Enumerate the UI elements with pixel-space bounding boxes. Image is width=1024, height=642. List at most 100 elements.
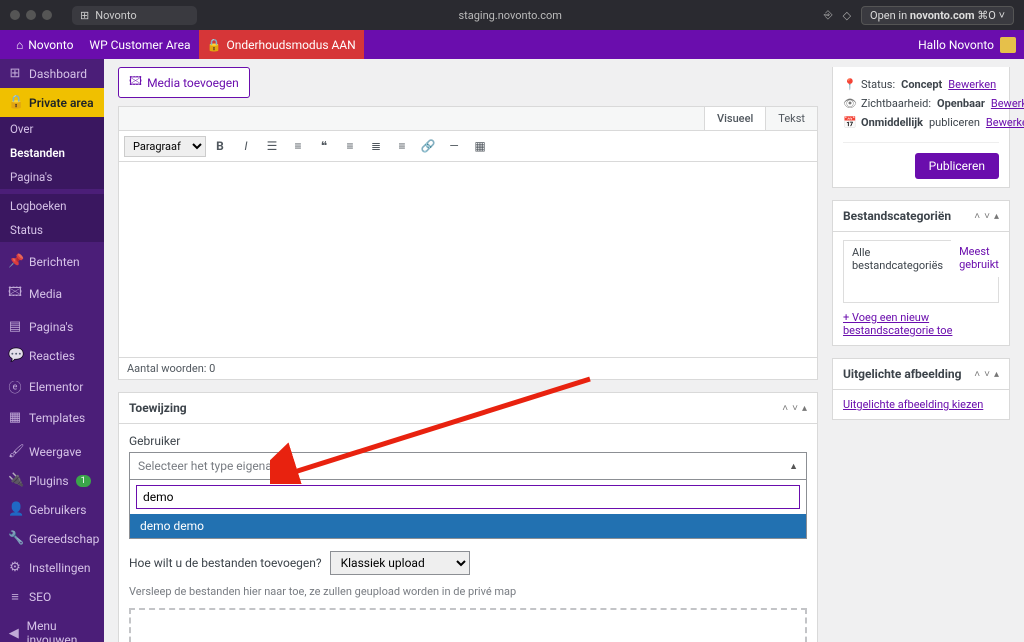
- sidebar-item-berichten[interactable]: 📌Berichten: [0, 247, 104, 276]
- tools-icon: 🔧: [8, 531, 22, 546]
- sidebar-item-templates[interactable]: ▦Templates: [0, 403, 104, 432]
- bold-button[interactable]: B: [208, 134, 232, 158]
- open-in-button[interactable]: Open in novonto.com ⌘O ˅: [861, 6, 1014, 25]
- lock-icon: 🔒: [8, 95, 22, 110]
- sidebar-item-media[interactable]: 🖾Media: [0, 276, 104, 312]
- toggle-icon[interactable]: ▴: [802, 403, 807, 414]
- categories-box: Bestandscategoriën ˄˅▴ Alle bestandcateg…: [832, 200, 1010, 346]
- sidebar-sub-over[interactable]: Over: [0, 117, 104, 141]
- toggle-toolbar-button[interactable]: ▦: [468, 134, 492, 158]
- publish-box: 📍Status: Concept Bewerken 👁Zichtbaarheid…: [832, 67, 1010, 188]
- user-label: Gebruiker: [129, 434, 807, 448]
- move-down-icon[interactable]: ˅: [792, 403, 798, 414]
- more-button[interactable]: —: [442, 134, 466, 158]
- sidebar-item-seo[interactable]: ≡SEO: [0, 582, 104, 612]
- sidebar-sub-bestanden[interactable]: Bestanden: [0, 141, 104, 165]
- sidebar-item-dashboard[interactable]: ⊞Dashboard: [0, 59, 104, 88]
- elementor-icon: ⓔ: [8, 377, 22, 396]
- move-up-icon[interactable]: ˄: [782, 403, 788, 414]
- move-up-icon[interactable]: ˄: [974, 211, 980, 222]
- toggle-icon[interactable]: ▴: [994, 369, 999, 380]
- shield-icon[interactable]: ◇: [843, 9, 851, 22]
- calendar-icon: 📅: [843, 116, 855, 129]
- sidebar-item-instellingen[interactable]: ⚙Instellingen: [0, 553, 104, 582]
- sidebar-item-paginas[interactable]: ▤Pagina's: [0, 312, 104, 341]
- dropzone[interactable]: Sleep hier je bestanden naartoe of klik …: [129, 608, 807, 642]
- move-down-icon[interactable]: ˅: [984, 211, 990, 222]
- tab-popular-categories[interactable]: Meest gebruikt: [951, 240, 1007, 277]
- lock-icon: ⊞: [80, 9, 89, 22]
- settings-icon: ⚙: [8, 560, 22, 575]
- editor-textarea[interactable]: [119, 162, 817, 357]
- toggle-icon[interactable]: ▴: [994, 211, 999, 222]
- home-icon: ⌂: [16, 38, 23, 52]
- editor-toolbar: Paragraaf B I ☰ ≡ ❝ ≡ ≣ ≡ 🔗 — ▦: [119, 131, 817, 162]
- greeting[interactable]: Hallo Novonto: [918, 38, 994, 52]
- align-right-button[interactable]: ≡: [390, 134, 414, 158]
- chevron-down-icon: ˅: [999, 9, 1005, 22]
- word-count: Aantal woorden: 0: [119, 357, 817, 379]
- url-bar[interactable]: staging.novonto.com: [197, 9, 824, 22]
- publish-button[interactable]: Publiceren: [915, 153, 999, 179]
- sidebar-collapse[interactable]: ◀Menu invouwen: [0, 612, 104, 642]
- set-featured-link[interactable]: Uitgelichte afbeelding kiezen: [843, 398, 983, 411]
- owner-search-input[interactable]: [136, 485, 800, 509]
- add-media-button[interactable]: 🖾Media toevoegen: [118, 67, 250, 98]
- admin-topbar: ⌂Novonto WP Customer Area 🔒Onderhoudsmod…: [0, 30, 1024, 59]
- tab-visual[interactable]: Visueel: [704, 107, 765, 130]
- assignment-box: Toewijzing ˄ ˅ ▴ Gebruiker Selecteer het…: [118, 392, 818, 642]
- quote-button[interactable]: ❝: [312, 134, 336, 158]
- sidebar-item-elementor[interactable]: ⓔElementor: [0, 370, 104, 403]
- align-center-button[interactable]: ≣: [364, 134, 388, 158]
- page-icon: ▤: [8, 319, 22, 334]
- format-select[interactable]: Paragraaf: [124, 136, 206, 157]
- number-list-button[interactable]: ≡: [286, 134, 310, 158]
- assignment-title: Toewijzing: [129, 401, 782, 415]
- category-list[interactable]: [843, 277, 999, 303]
- pin-icon: 📍: [843, 78, 855, 91]
- maintenance-mode[interactable]: 🔒Onderhoudsmodus AAN: [199, 30, 364, 59]
- sidebar-sub-paginas[interactable]: Pagina's: [0, 165, 104, 189]
- sidebar-item-private-area[interactable]: 🔒Private area: [0, 88, 104, 117]
- lock-icon: 🔒: [207, 38, 222, 52]
- link-button[interactable]: 🔗: [416, 134, 440, 158]
- customer-area-link[interactable]: WP Customer Area: [81, 30, 198, 59]
- plugin-icon: 🔌: [8, 473, 22, 488]
- chevron-up-icon: ▲: [789, 461, 798, 472]
- sidebar-item-gereedschap[interactable]: 🔧Gereedschap: [0, 524, 104, 553]
- add-category-link[interactable]: + Voeg een nieuw bestandscategorie toe: [843, 311, 999, 337]
- avatar[interactable]: [1000, 37, 1016, 53]
- users-icon: 👤: [8, 502, 22, 517]
- sidebar-sub-status[interactable]: Status: [0, 218, 104, 242]
- featured-image-box: Uitgelichte afbeelding ˄ ˅ ▴ Uitgelichte a…: [832, 358, 1010, 420]
- sidebar-item-plugins[interactable]: 🔌Plugins1: [0, 466, 104, 495]
- site-link[interactable]: ⌂Novonto: [8, 30, 81, 59]
- admin-sidebar: ⊞Dashboard 🔒Private area Over Bestanden …: [0, 59, 104, 642]
- sidebar-item-gebruikers[interactable]: 👤Gebruikers: [0, 495, 104, 524]
- featured-title: Uitgelichte afbeelding: [843, 367, 974, 381]
- sidebar-item-weergave[interactable]: 🖌Weergave: [0, 437, 104, 466]
- owner-option-demo[interactable]: demo demo: [130, 514, 806, 538]
- tab-all-categories[interactable]: Alle bestandcategoriës: [843, 240, 952, 277]
- upload-mode-select[interactable]: Klassiek upload: [330, 551, 470, 575]
- sidebar-item-reacties[interactable]: 💬Reacties: [0, 341, 104, 370]
- brush-icon: 🖌: [8, 444, 22, 459]
- move-down-icon[interactable]: ˅: [984, 369, 990, 380]
- template-icon: ▦: [8, 410, 22, 425]
- media-icon: 🖾: [8, 283, 22, 305]
- browser-tab[interactable]: ⊞ Novonto: [72, 6, 197, 25]
- upload-question: Hoe wilt u de bestanden toevoegen?: [129, 556, 322, 570]
- move-up-icon[interactable]: ˄: [974, 369, 980, 380]
- edit-status-link[interactable]: Bewerken: [948, 78, 996, 91]
- align-left-button[interactable]: ≡: [338, 134, 362, 158]
- bullet-list-button[interactable]: ☰: [260, 134, 284, 158]
- tab-text[interactable]: Tekst: [765, 107, 817, 130]
- edit-visibility-link[interactable]: Bewerken: [991, 97, 1024, 110]
- italic-button[interactable]: I: [234, 134, 258, 158]
- window-controls[interactable]: [10, 10, 52, 20]
- sidebar-sub-logboeken[interactable]: Logboeken: [0, 194, 104, 218]
- extension-icon[interactable]: ⎆: [824, 8, 833, 22]
- collapse-icon: ◀: [8, 626, 20, 641]
- edit-schedule-link[interactable]: Bewerken: [986, 116, 1024, 129]
- owner-type-select[interactable]: Selecteer het type eigenaar ▲: [129, 452, 807, 480]
